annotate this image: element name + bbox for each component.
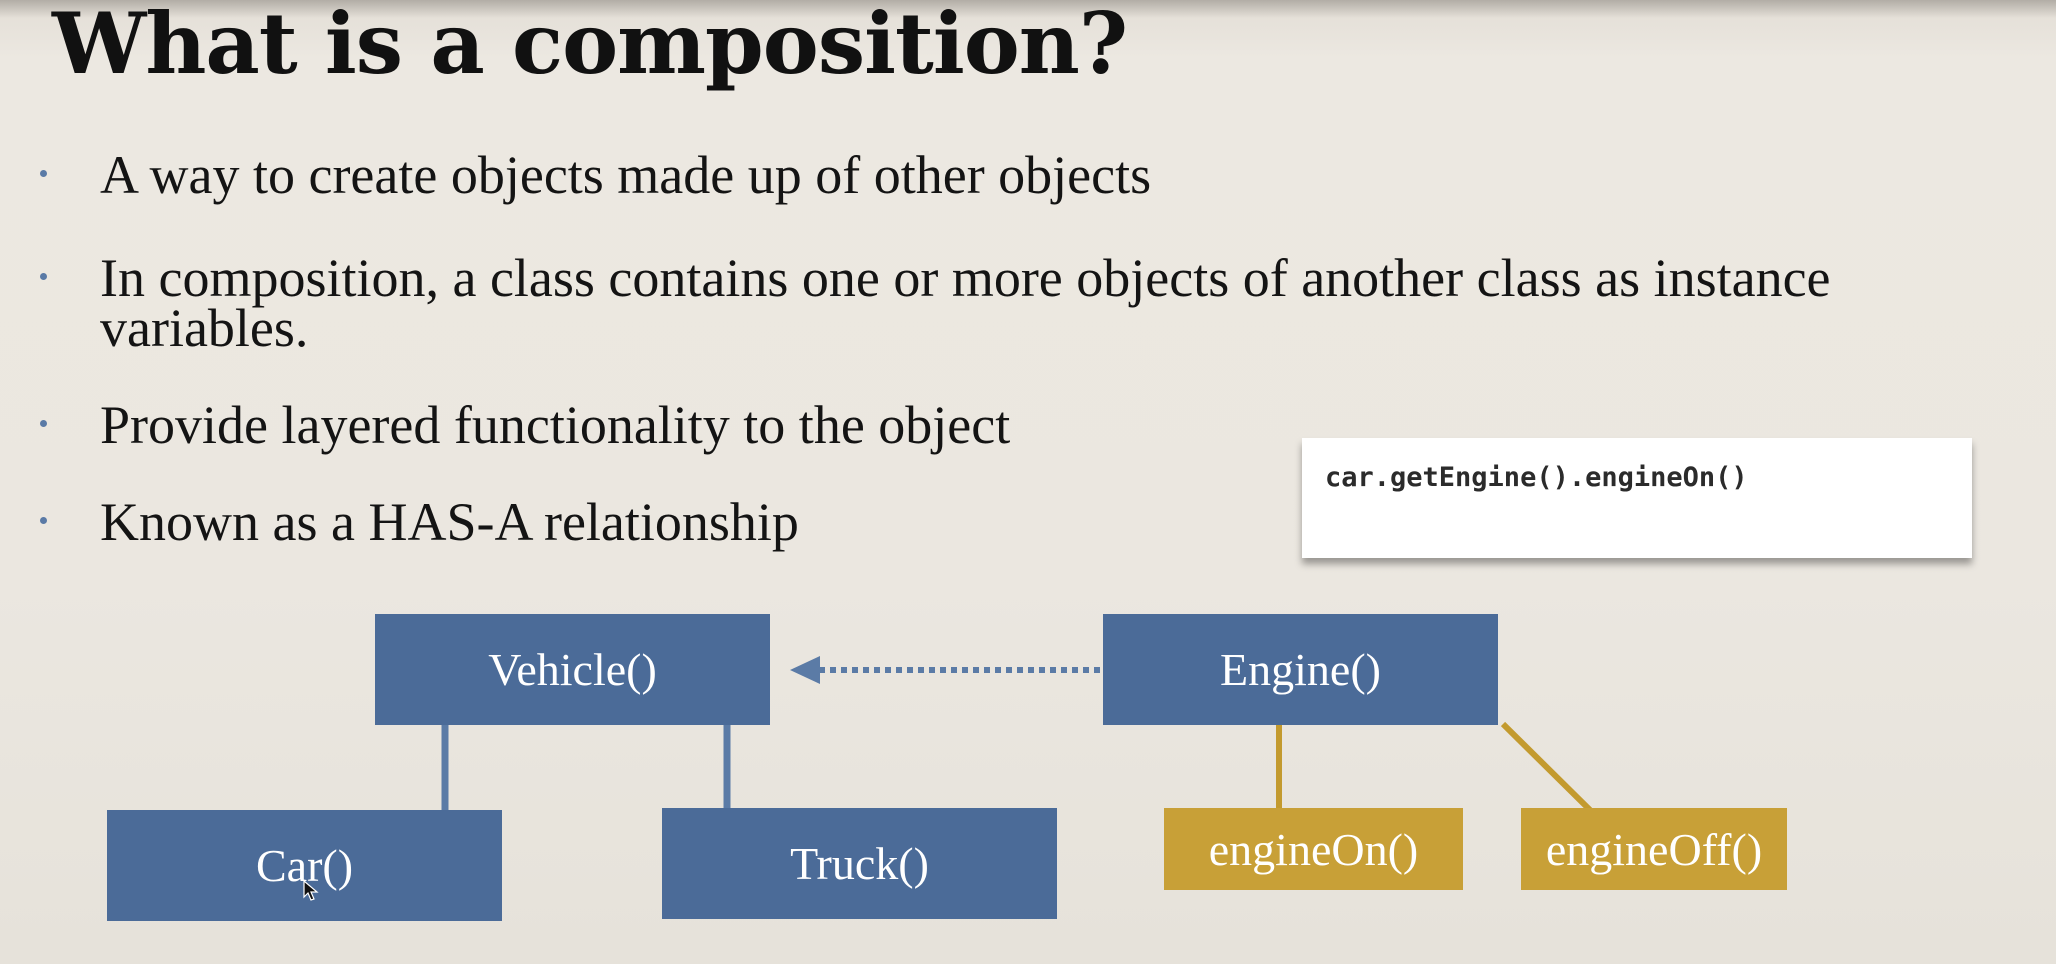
car-class-box: Car() [107,810,502,921]
code-callout: car.getEngine().engineOn() [1302,438,1972,558]
bullet-text: A way to create objects made up of other… [100,145,1152,205]
engine-class-label: Engine() [1220,644,1381,695]
truck-class-box: Truck() [662,808,1057,919]
bullet-dot-icon [40,420,47,427]
vehicle-class-label: Vehicle() [488,644,657,695]
mouse-pointer-icon [303,880,319,901]
engine-engineoff-connector [1500,721,1593,813]
bullet-dot-icon [40,273,47,280]
engine-on-method-box: engineOn() [1164,808,1463,890]
bullet-dot-icon [40,170,47,177]
vehicle-class-box: Vehicle() [375,614,770,725]
engine-on-method-label: engineOn() [1208,823,1419,875]
engine-off-method-box: engineOff() [1521,808,1787,890]
bullet-text: In composition, a class contains one or … [100,248,1831,358]
bullet-dot-icon [40,517,47,524]
engine-class-box: Engine() [1103,614,1498,725]
engine-off-method-label: engineOff() [1545,823,1763,875]
arrow-head-icon [790,656,820,684]
slide-title: What is a composition? [52,0,1128,93]
code-snippet: car.getEngine().engineOn() [1325,462,1748,493]
truck-class-label: Truck() [790,838,929,889]
